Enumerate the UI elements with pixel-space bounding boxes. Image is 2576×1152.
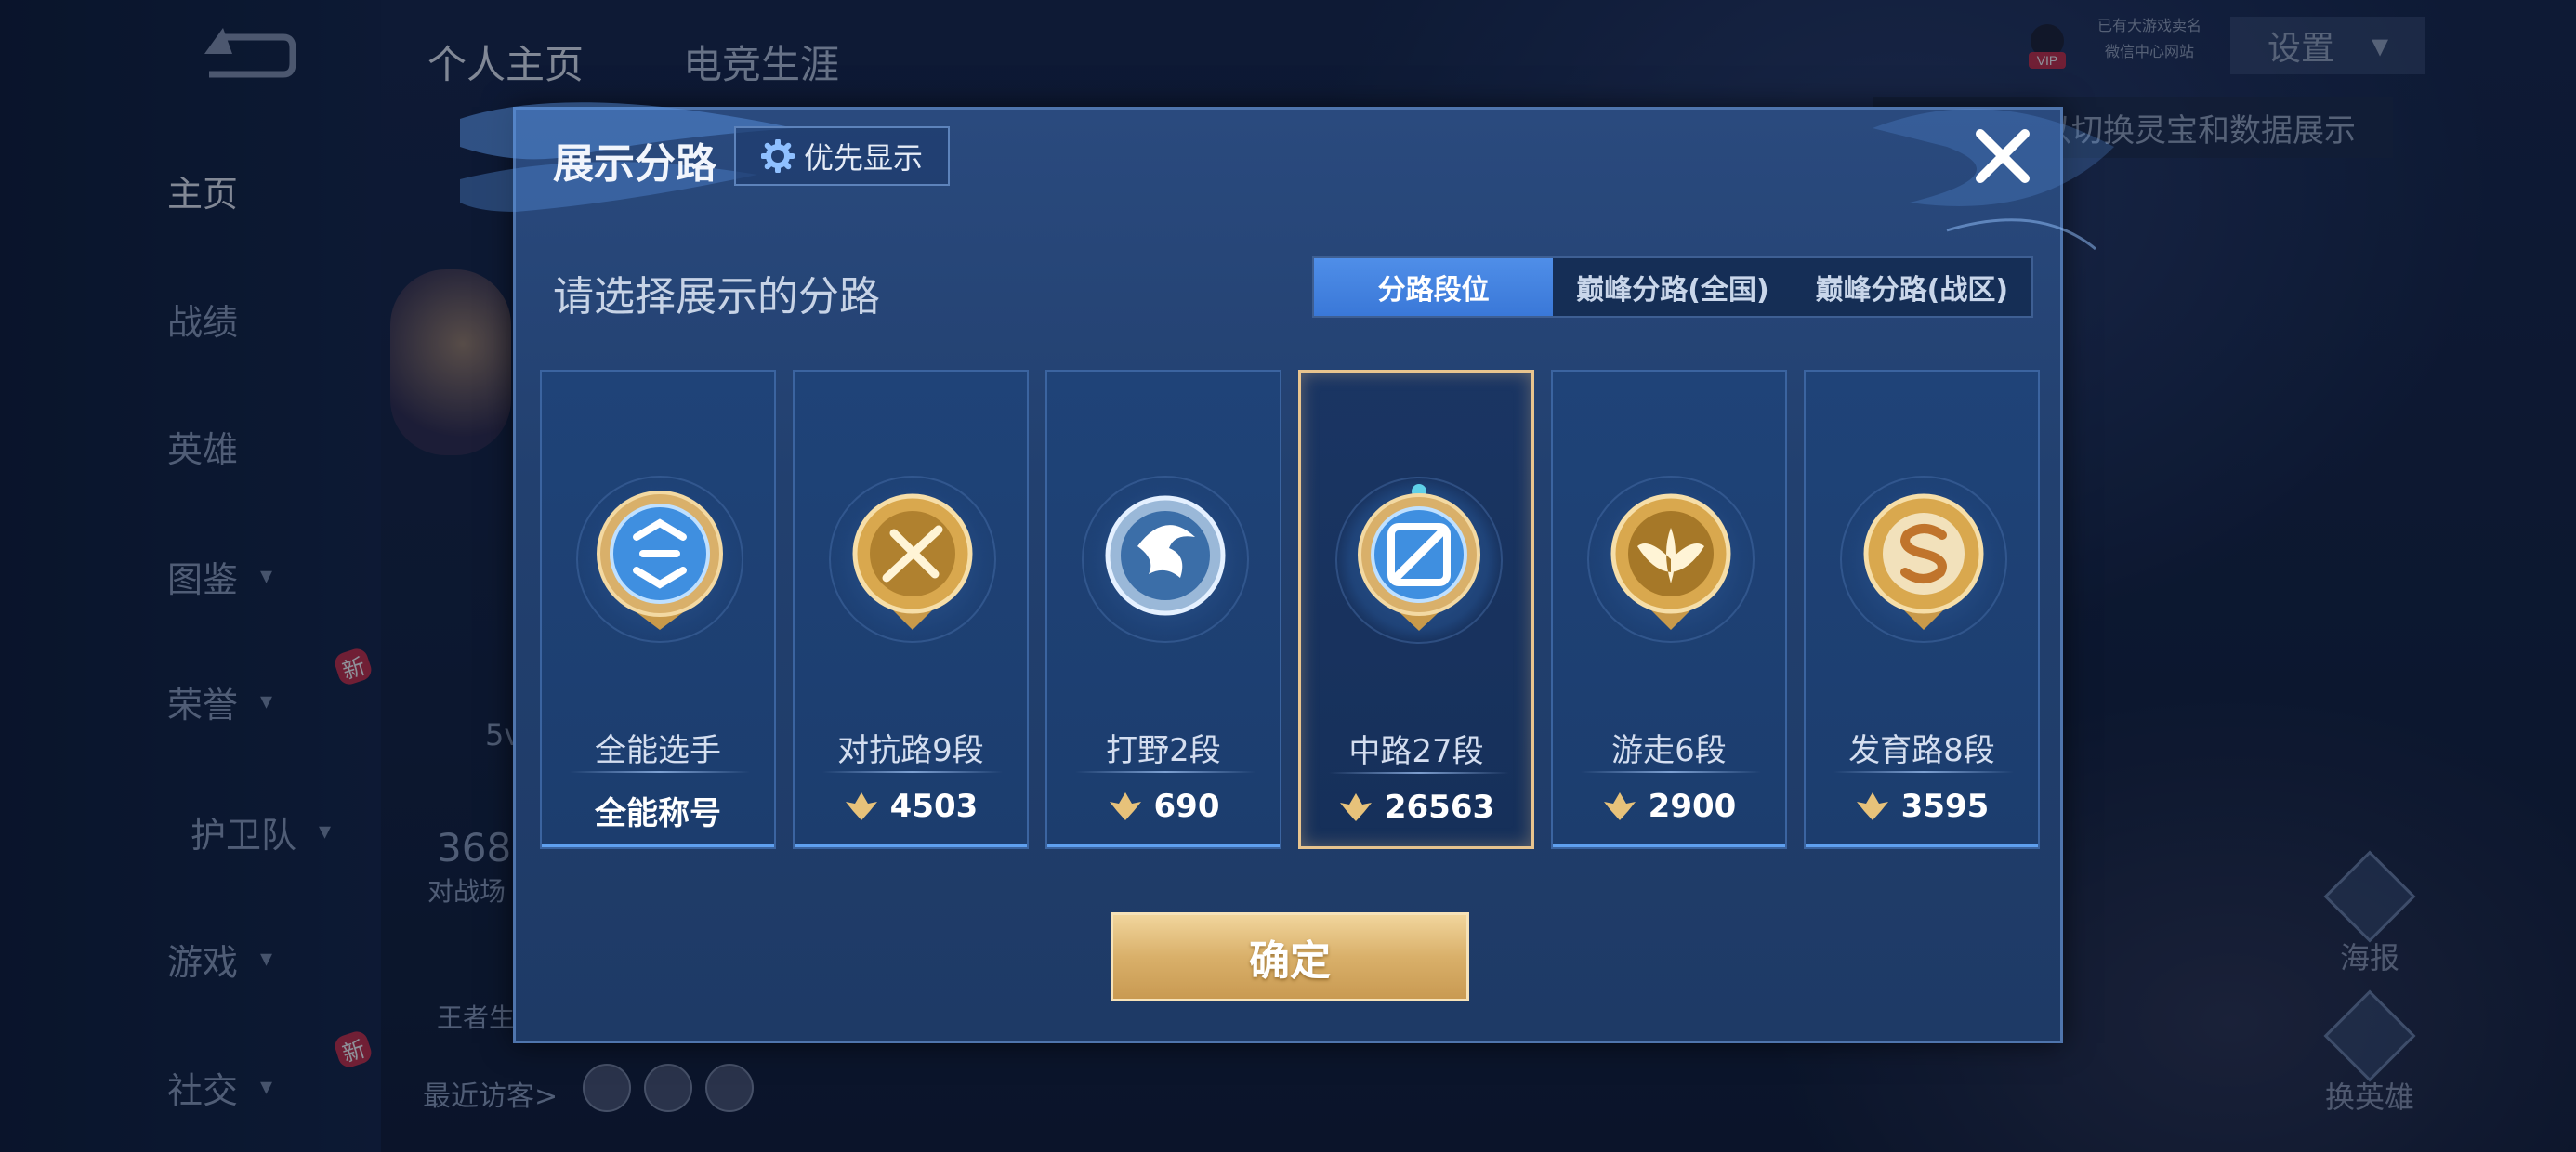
lane-points-icon — [1856, 792, 1888, 820]
clash-lane-badge-icon — [852, 493, 973, 630]
all-round-badge-icon — [597, 491, 723, 630]
lane-card-name: 对抗路9段 — [837, 732, 984, 769]
confirm-label: 确定 — [1249, 937, 1331, 985]
lane-card-name: 全能选手 — [595, 732, 721, 769]
gear-icon — [760, 139, 795, 173]
lane-card-jungle[interactable]: 打野2段 690 — [1045, 370, 1281, 849]
lane-card-value-text: 4503 — [889, 788, 979, 825]
lane-points-icon — [845, 792, 877, 820]
lane-card-all-round[interactable]: 全能选手 全能称号 — [540, 370, 776, 849]
tab-lane-rank[interactable]: 分路段位 — [1314, 258, 1554, 316]
card-divider — [1833, 771, 2014, 773]
lane-points-icon — [1339, 793, 1372, 821]
card-divider — [1075, 771, 1255, 773]
jungle-badge-icon — [1105, 495, 1226, 616]
mid-lane-badge-icon — [1358, 484, 1480, 631]
tab-peak-lane-national[interactable]: 巅峰分路(全国) — [1553, 258, 1792, 316]
lane-card-name: 发育路8段 — [1848, 732, 1995, 769]
card-bottom-accent — [795, 844, 1027, 847]
lane-card-roam[interactable]: 游走6段 2900 — [1551, 370, 1787, 849]
card-bottom-accent — [1806, 844, 2038, 847]
card-divider — [822, 771, 1003, 773]
lane-card-name: 打野2段 — [1106, 732, 1221, 769]
lane-card-name: 游走6段 — [1611, 732, 1727, 769]
confirm-button[interactable]: 确定 — [1111, 912, 1469, 1001]
card-bottom-accent — [542, 844, 774, 847]
lane-card-value-text: 全能称号 — [595, 795, 721, 832]
lane-card-clash[interactable]: 对抗路9段 4503 — [793, 370, 1029, 849]
lane-points-icon — [1109, 792, 1141, 820]
lane-card-value: 4503 — [795, 788, 1027, 825]
priority-display-label: 优先显示 — [803, 140, 923, 176]
dialog-title: 展示分路 — [553, 140, 716, 188]
lane-card-value-text: 690 — [1153, 788, 1220, 825]
farm-lane-badge-icon — [1863, 493, 1984, 630]
card-divider — [1329, 772, 1509, 774]
roam-badge-icon — [1610, 493, 1731, 630]
card-divider — [570, 771, 750, 773]
lane-card-value: 690 — [1047, 788, 1280, 825]
close-icon — [1976, 129, 2030, 183]
tab-peak-lane-region[interactable]: 巅峰分路(战区) — [1793, 258, 2031, 316]
card-bottom-accent — [1553, 844, 1785, 847]
lane-card-value-text: 26563 — [1384, 789, 1495, 826]
dialog-subtitle: 请选择展示的分路 — [553, 273, 880, 321]
lane-card-value: 3595 — [1806, 788, 2038, 825]
card-divider — [1581, 771, 1761, 773]
lane-card-name: 中路27段 — [1348, 733, 1484, 770]
lane-card-farm[interactable]: 发育路8段 3595 — [1804, 370, 2040, 849]
lane-card-value: 2900 — [1553, 788, 1785, 825]
lane-card-value-text: 2900 — [1648, 788, 1737, 825]
lane-display-dialog: 展示分路 优先显示 请选择展示的分路 分路段位 巅峰分路(全国) 巅峰分路(战区… — [460, 102, 2114, 1043]
priority-display-button[interactable]: 优先显示 — [734, 126, 950, 186]
card-bottom-accent — [1047, 844, 1280, 847]
lane-card-value: 全能称号 — [542, 788, 774, 833]
lane-card-value-text: 3595 — [1900, 788, 1990, 825]
lane-card-value: 26563 — [1301, 789, 1531, 826]
lane-type-tabs: 分路段位 巅峰分路(全国) 巅峰分路(战区) — [1312, 256, 2033, 318]
lane-card-mid[interactable]: 中路27段 26563 — [1298, 370, 1534, 849]
close-button[interactable] — [1965, 119, 2040, 193]
lane-points-icon — [1603, 792, 1636, 820]
